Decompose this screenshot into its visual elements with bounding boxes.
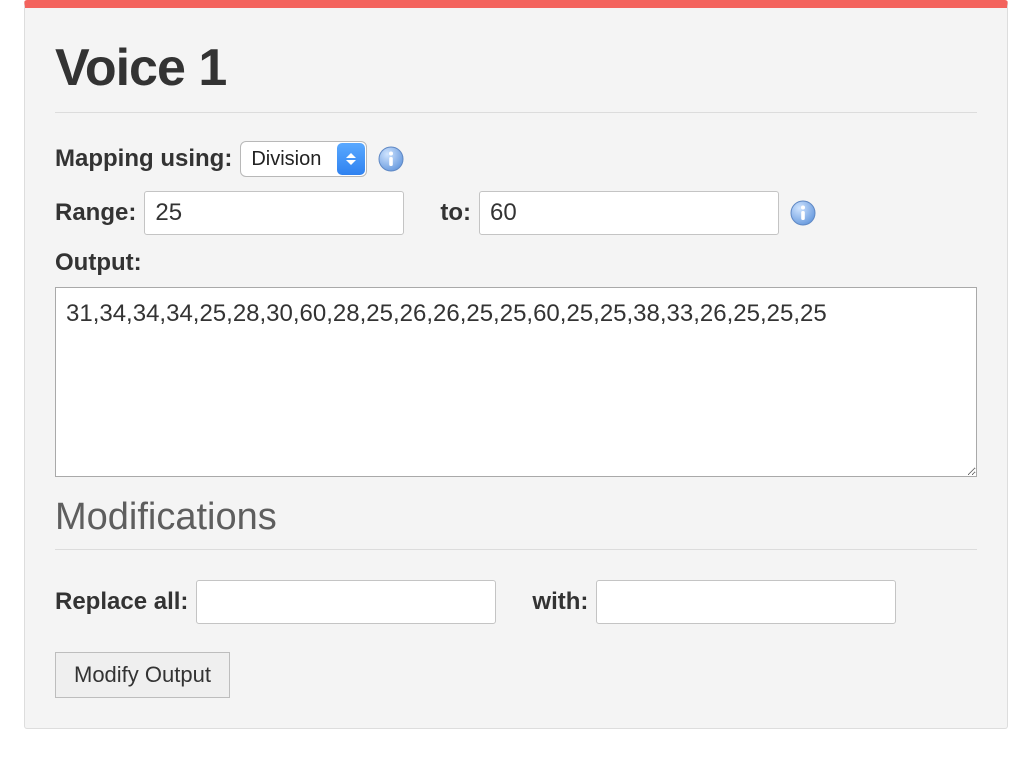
output-textarea[interactable] xyxy=(55,287,977,477)
range-from-input[interactable] xyxy=(144,191,404,235)
info-icon[interactable] xyxy=(789,199,817,227)
replace-all-label: Replace all: xyxy=(55,588,188,616)
replace-row: Replace all: with: xyxy=(55,580,977,624)
mapping-label: Mapping using: xyxy=(55,145,232,173)
mapping-select-wrap: Division xyxy=(240,141,367,177)
page-title: Voice 1 xyxy=(55,38,977,98)
info-icon[interactable] xyxy=(377,145,405,173)
title-divider xyxy=(55,112,977,113)
modify-output-button[interactable]: Modify Output xyxy=(55,652,230,698)
replace-all-input[interactable] xyxy=(196,580,496,624)
replace-with-label: with: xyxy=(532,588,588,616)
replace-with-input[interactable] xyxy=(596,580,896,624)
range-to-label: to: xyxy=(440,199,471,227)
output-label: Output: xyxy=(55,249,977,277)
range-label: Range: xyxy=(55,199,136,227)
range-row: Range: to: xyxy=(55,191,977,235)
mapping-row: Mapping using: Division xyxy=(55,141,977,177)
modifications-heading: Modifications xyxy=(55,496,977,539)
modifications-divider xyxy=(55,549,977,550)
voice-panel: Voice 1 Mapping using: Division xyxy=(24,0,1008,729)
mapping-select[interactable]: Division xyxy=(240,141,367,177)
range-to-input[interactable] xyxy=(479,191,779,235)
